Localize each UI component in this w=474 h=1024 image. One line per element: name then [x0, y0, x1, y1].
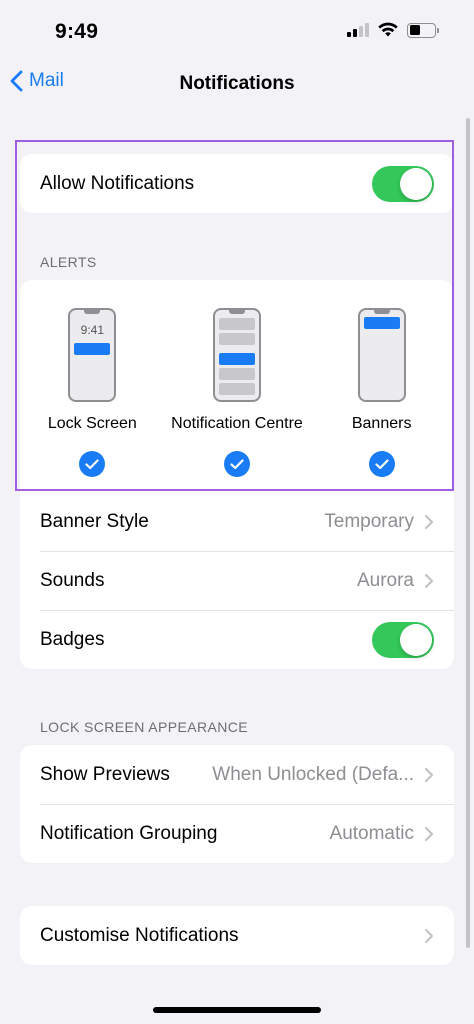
page-title: Notifications [179, 73, 295, 94]
wifi-icon [378, 22, 398, 37]
checkmark-icon[interactable] [368, 451, 395, 477]
badges-label: Badges [40, 628, 105, 650]
show-previews-value: When Unlocked (Defa... [212, 763, 414, 785]
alert-option-label: Notification Centre [171, 415, 303, 432]
checkmark-icon[interactable] [223, 451, 250, 477]
notification-grouping-label: Notification Grouping [40, 822, 218, 844]
notification-centre-phone-icon [212, 308, 261, 402]
banner-style-label: Banner Style [40, 510, 149, 532]
customise-group: Customise Notifications [20, 906, 454, 965]
sounds-value: Aurora [356, 569, 414, 591]
show-previews-row[interactable]: Show Previews When Unlocked (Defa... [20, 745, 454, 804]
home-indicator[interactable] [153, 1007, 321, 1013]
chevron-right-icon [424, 573, 434, 588]
alerts-section-header: ALERTS [40, 254, 97, 270]
lock-screen-section-header: LOCK SCREEN APPEARANCE [40, 719, 248, 735]
status-time: 9:49 [55, 20, 99, 43]
sounds-label: Sounds [40, 569, 105, 591]
allow-notifications-toggle[interactable] [372, 165, 434, 202]
navigation-bar: Mail Notifications [0, 60, 474, 110]
allow-notifications-label: Allow Notifications [40, 172, 195, 194]
lock-screen-group: Show Previews When Unlocked (Defa... Not… [20, 745, 454, 863]
allow-notifications-row: Allow Notifications [20, 154, 454, 213]
alert-option-notification-centre[interactable]: Notification Centre [167, 308, 307, 492]
alert-option-label: Lock Screen [47, 415, 137, 432]
alerts-card: 9:41 Lock Screen Notification Centre Ban… [20, 280, 454, 669]
banner-style-row[interactable]: Banner Style Temporary [20, 492, 454, 551]
customise-notifications-row[interactable]: Customise Notifications [20, 906, 454, 965]
alert-option-lock-screen[interactable]: 9:41 Lock Screen [22, 308, 162, 492]
show-previews-label: Show Previews [40, 763, 170, 785]
scrollbar[interactable] [466, 118, 470, 948]
banners-phone-icon [357, 308, 406, 402]
status-bar: 9:49 [0, 0, 474, 60]
cellular-signal-icon [347, 23, 369, 37]
checkmark-icon[interactable] [79, 451, 106, 477]
allow-notifications-group: Allow Notifications [20, 154, 454, 213]
lock-screen-phone-icon: 9:41 [68, 308, 117, 402]
battery-icon [407, 22, 439, 38]
sounds-row[interactable]: Sounds Aurora [20, 551, 454, 610]
alert-option-label: Banners [351, 415, 412, 432]
alert-option-banners[interactable]: Banners [312, 308, 452, 492]
notification-grouping-row[interactable]: Notification Grouping Automatic [20, 804, 454, 863]
chevron-right-icon [424, 514, 434, 529]
notification-grouping-value: Automatic [329, 822, 414, 844]
phone-clock: 9:41 [80, 323, 104, 337]
chevron-right-icon [424, 767, 434, 782]
customise-notifications-label: Customise Notifications [40, 924, 239, 946]
chevron-right-icon [424, 826, 434, 841]
badges-toggle[interactable] [372, 621, 434, 658]
badges-row: Badges [20, 610, 454, 669]
chevron-right-icon [424, 928, 434, 943]
banner-style-value: Temporary [324, 510, 414, 532]
status-icons [347, 22, 439, 38]
